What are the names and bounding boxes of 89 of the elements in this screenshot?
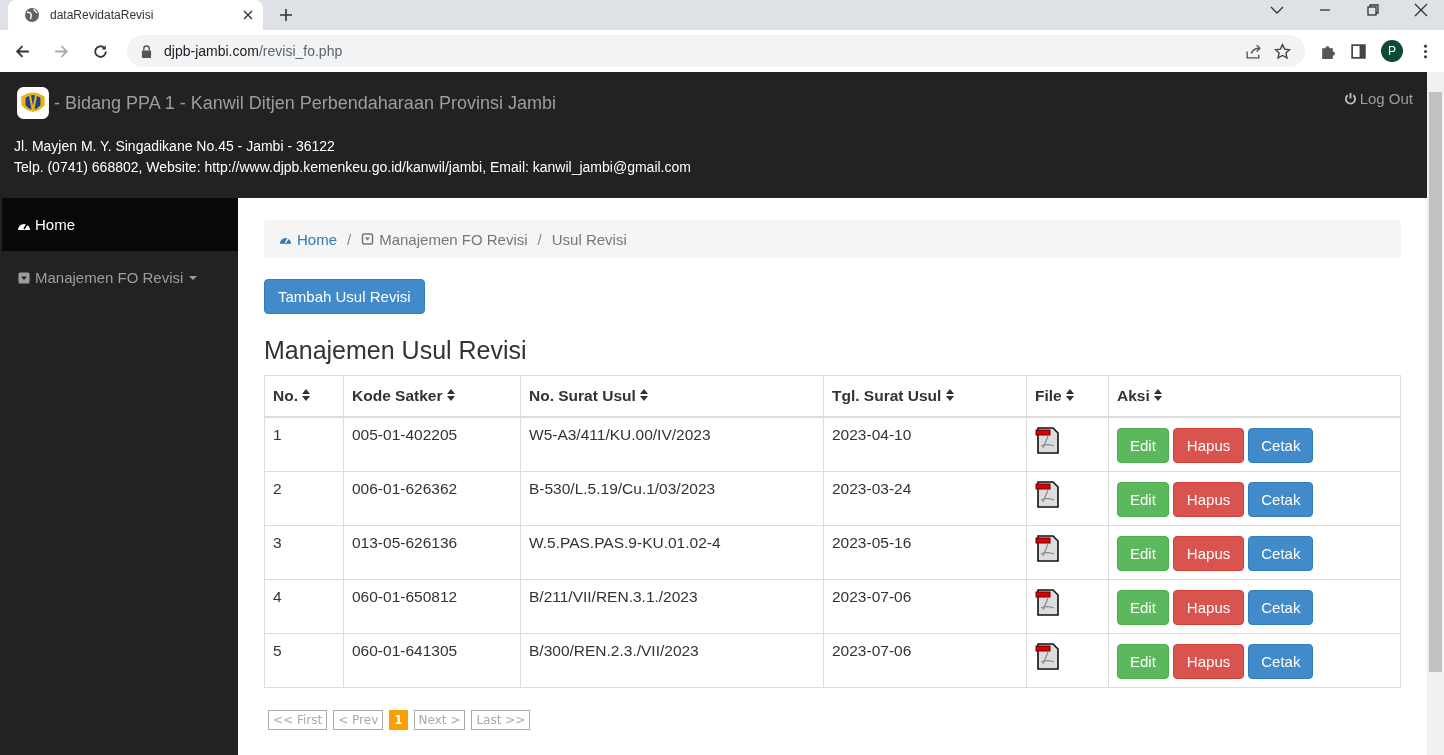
breadcrumb-link[interactable]: Manajemen FO Revisi	[361, 230, 528, 248]
table-cell: B/300/REN.2.3./VII/2023	[520, 633, 824, 688]
delete-button[interactable]: Hapus	[1172, 590, 1245, 625]
print-button[interactable]: Cetak	[1248, 482, 1314, 517]
pdf-file-icon[interactable]	[1035, 480, 1061, 508]
edit-button[interactable]: Edit	[1117, 590, 1169, 625]
table-cell: W.5.PAS.PAS.9-KU.01.02-4	[520, 525, 824, 580]
close-icon[interactable]	[1414, 3, 1428, 17]
table-cell: 060-01-650812	[343, 579, 521, 634]
table-cell: B-530/L.5.19/Cu.1/03/2023	[520, 471, 824, 526]
pagination-link[interactable]: << First	[268, 710, 328, 730]
column-header[interactable]: Kode Satker	[343, 375, 521, 417]
side-panel-icon[interactable]	[1350, 42, 1367, 60]
sort-icon	[1066, 389, 1074, 401]
pagination-link[interactable]: < Prev	[333, 710, 384, 730]
sort-icon	[302, 389, 311, 401]
address-text: Jl. Mayjen M. Y. Singadikane No.45 - Jambi - 36122	[14, 137, 336, 156]
pdf-file-icon[interactable]	[1035, 642, 1061, 670]
sidebar-item[interactable]: Home	[2, 198, 238, 251]
add-button[interactable]: Tambah Usul Revisi	[264, 279, 425, 314]
column-header[interactable]: No. Surat Usul	[520, 375, 824, 417]
emblem-logo	[16, 86, 50, 120]
edit-button[interactable]: Edit	[1117, 428, 1169, 463]
print-button[interactable]: Cetak	[1248, 536, 1314, 571]
table-cell: 006-01-626362	[343, 471, 521, 526]
column-header[interactable]: Tgl. Surat Usul	[823, 375, 1027, 417]
table-cell: W5-A3/411/KU.00/IV/2023	[520, 417, 824, 472]
breadcrumb-separator: /	[347, 230, 352, 248]
column-header[interactable]: Aksi	[1108, 375, 1401, 417]
share-icon[interactable]	[1245, 42, 1262, 60]
table-cell: 4	[264, 579, 344, 634]
table-cell: 2023-07-06	[823, 633, 1027, 688]
table-cell: 1	[264, 417, 344, 472]
breadcrumb-link[interactable]: Home	[279, 230, 337, 248]
pagination-link[interactable]: Next >	[413, 710, 466, 730]
address-field[interactable]: djpb-jambi.com/revisi_fo.php	[127, 35, 1305, 67]
table-cell: 013-05-626136	[343, 525, 521, 580]
print-button[interactable]: Cetak	[1248, 428, 1314, 463]
dropdown-box-icon	[361, 233, 375, 245]
pagination-link[interactable]: Last >>	[471, 710, 531, 730]
delete-button[interactable]: Hapus	[1172, 536, 1245, 571]
pdf-file-icon[interactable]	[1035, 588, 1061, 616]
edit-button[interactable]: Edit	[1117, 536, 1169, 571]
tab-title: dataRevidataRevisi	[50, 8, 155, 22]
breadcrumb-separator: /	[537, 230, 542, 248]
new-tab-icon[interactable]	[279, 8, 293, 22]
column-header[interactable]: No.	[264, 375, 344, 417]
table-cell: 2	[264, 471, 344, 526]
delete-button[interactable]: Hapus	[1172, 644, 1245, 679]
star-icon[interactable]	[1274, 42, 1291, 60]
sidebar-item[interactable]: Manajemen FO Revisi	[2, 251, 238, 304]
print-button[interactable]: Cetak	[1248, 644, 1314, 679]
sort-icon	[446, 389, 455, 401]
table-cell: 2023-03-24	[823, 471, 1027, 526]
table-cell: 5	[264, 633, 344, 688]
reload-icon[interactable]	[92, 42, 109, 60]
sort-icon	[640, 389, 649, 401]
close-icon[interactable]	[243, 10, 253, 20]
pdf-file-icon[interactable]	[1035, 426, 1061, 454]
table-cell: 005-01-402205	[343, 417, 521, 472]
delete-button[interactable]: Hapus	[1172, 428, 1245, 463]
profile-avatar[interactable]: P	[1381, 40, 1403, 62]
column-header[interactable]: File	[1026, 375, 1109, 417]
breadcrumb-current: Usul Revisi	[551, 230, 627, 248]
delete-button[interactable]: Hapus	[1172, 482, 1245, 517]
pagination-link[interactable]: 1	[389, 710, 408, 730]
restore-icon[interactable]	[1366, 3, 1380, 17]
scrollbar[interactable]	[1427, 72, 1444, 755]
print-button[interactable]: Cetak	[1248, 590, 1314, 625]
sort-icon	[1154, 389, 1163, 401]
table-cell: 3	[264, 525, 344, 580]
caret-icon	[189, 275, 198, 280]
dropdown-box-icon	[17, 271, 31, 284]
contact-text: Telp. (0741) 668802, Website: http://www.djpb.kemenkeu.go.id/kanwil/jambi, Email: kanwil_jambi@gmail.com	[14, 158, 692, 177]
table-cell: 060-01-641305	[343, 633, 521, 688]
page-heading: Manajemen Usul Revisi	[264, 336, 528, 365]
edit-button[interactable]: Edit	[1117, 482, 1169, 517]
logout-link[interactable]: Log Out	[1343, 90, 1413, 107]
browser-tab[interactable]: dataRevidataRevisi	[8, 0, 263, 30]
pdf-file-icon[interactable]	[1035, 534, 1061, 562]
lock-icon	[141, 44, 152, 58]
site-title: - Bidang PPA 1 - Kanwil Ditjen Perbendaharaan Provinsi Jambi	[54, 92, 556, 114]
edit-button[interactable]: Edit	[1117, 644, 1169, 679]
power-icon	[1343, 92, 1357, 105]
sort-icon	[945, 389, 954, 401]
table-cell: 2023-04-10	[823, 417, 1027, 472]
table-cell: B/211/VII/REN.3.1./2023	[520, 579, 824, 634]
table-cell: 2023-07-06	[823, 579, 1027, 634]
table-cell: 2023-05-16	[823, 525, 1027, 580]
